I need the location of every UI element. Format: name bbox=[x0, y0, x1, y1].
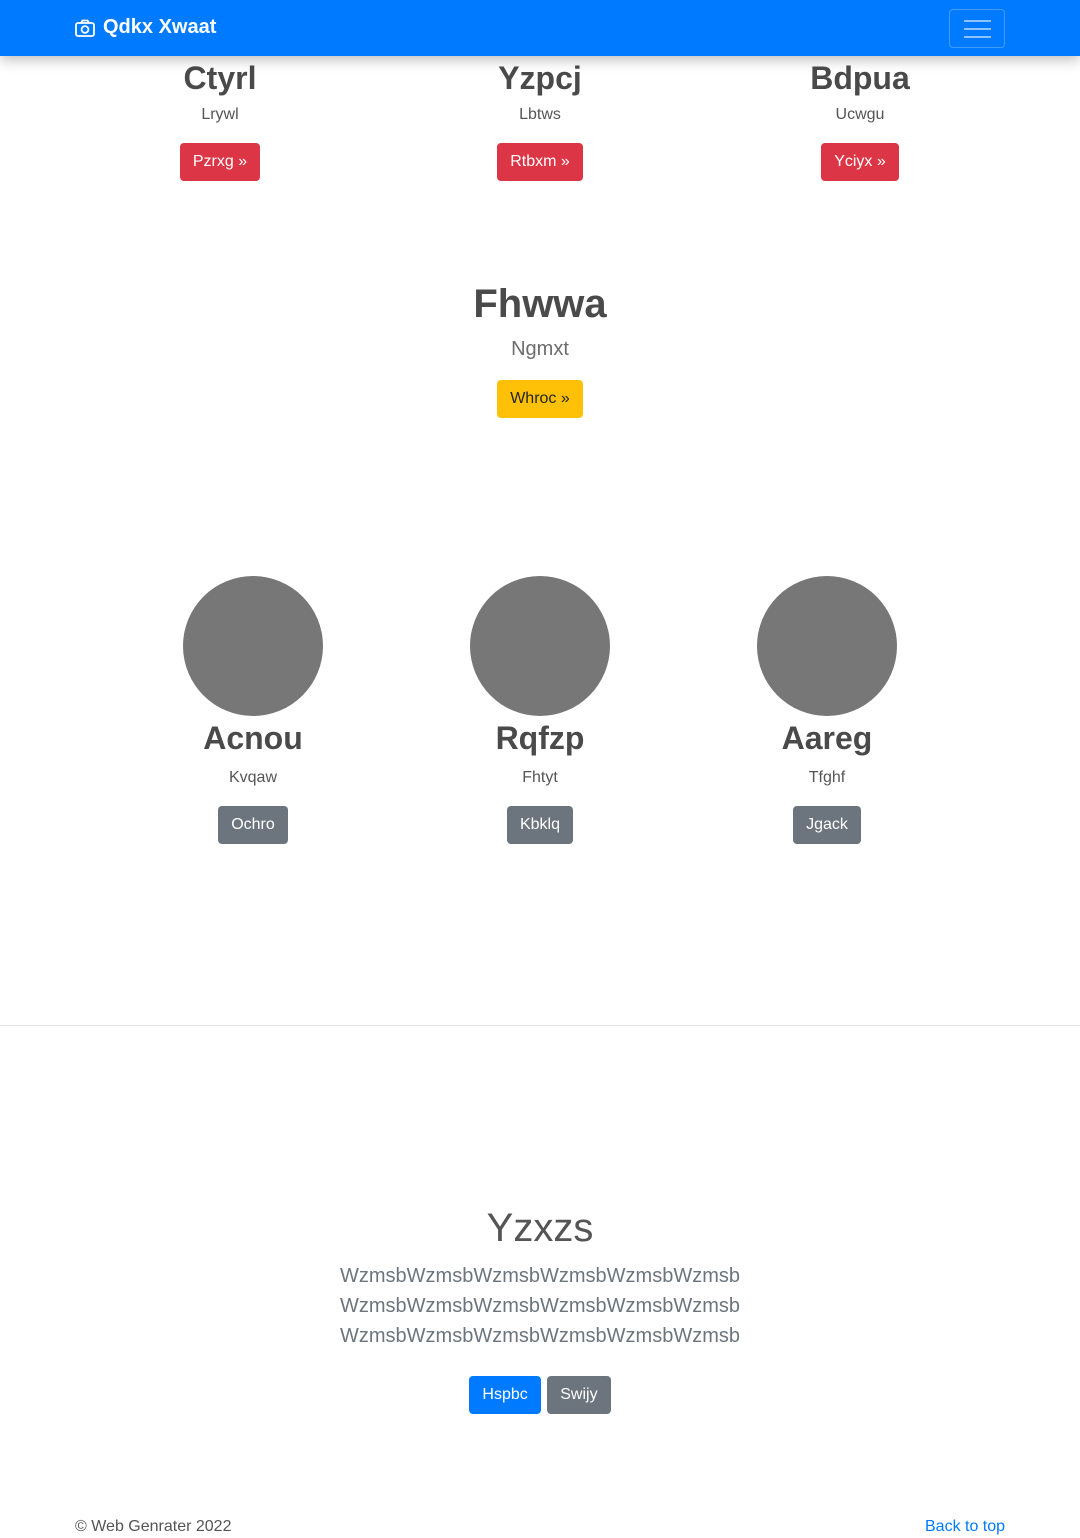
team-member-2: Rqfzp Fhtyt Kbklq bbox=[440, 576, 640, 844]
jumbotron-actions: Hspbc Swijy bbox=[290, 1376, 790, 1414]
feature-column-1: Ctyrl Lrywl Pzrxg » bbox=[120, 58, 320, 181]
navbar: Qdkx Xwaat bbox=[0, 0, 1080, 56]
avatar-placeholder bbox=[470, 576, 610, 716]
avatar-placeholder bbox=[183, 576, 323, 716]
highlight-text: Ngmxt bbox=[511, 338, 569, 360]
feature-button[interactable]: Pzrxg » bbox=[179, 143, 261, 181]
feature-button[interactable]: Rtbxm » bbox=[497, 143, 583, 181]
section-divider bbox=[0, 1025, 1080, 1026]
feature-heading: Bdpua bbox=[810, 60, 910, 96]
jumbotron-lead: WzmsbWzmsbWzmsbWzmsbWzmsbWzmsb WzmsbWzms… bbox=[290, 1261, 790, 1351]
highlight-section: Fhwwa Ngmxt Whroc » bbox=[340, 282, 740, 418]
member-name: Aareg bbox=[781, 720, 873, 756]
jumbotron-heading: Yzxzs bbox=[486, 1206, 594, 1250]
primary-button[interactable]: Hspbc bbox=[469, 1376, 541, 1414]
footer-copyright: © Web Genrater 2022 bbox=[75, 1518, 232, 1535]
member-button[interactable]: Kbklq bbox=[506, 806, 574, 844]
feature-heading: Yzpcj bbox=[498, 60, 582, 96]
feature-text: Ucwgu bbox=[835, 106, 885, 123]
member-button[interactable]: Ochro bbox=[218, 806, 288, 844]
camera-icon bbox=[75, 19, 95, 37]
lead-line: WzmsbWzmsbWzmsbWzmsbWzmsbWzmsb bbox=[340, 1295, 740, 1317]
member-name: Rqfzp bbox=[495, 720, 585, 756]
team-member-3: Aareg Tfghf Jgack bbox=[727, 576, 927, 844]
highlight-button[interactable]: Whroc » bbox=[497, 380, 583, 418]
back-to-top-link[interactable]: Back to top bbox=[925, 1516, 1005, 1538]
member-text: Fhtyt bbox=[522, 769, 558, 786]
team-member-1: Acnou Kvqaw Ochro bbox=[153, 576, 353, 844]
lead-line: WzmsbWzmsbWzmsbWzmsbWzmsbWzmsb bbox=[340, 1265, 740, 1287]
navbar-brand[interactable]: Qdkx Xwaat bbox=[75, 16, 216, 39]
brand-name: Qdkx Xwaat bbox=[103, 16, 217, 38]
hamburger-icon bbox=[964, 20, 991, 38]
feature-heading: Ctyrl bbox=[183, 60, 257, 96]
jumbotron: Yzxzs WzmsbWzmsbWzmsbWzmsbWzmsbWzmsb Wzm… bbox=[290, 1204, 790, 1414]
feature-column-2: Yzpcj Lbtws Rtbxm » bbox=[440, 58, 640, 181]
member-text: Kvqaw bbox=[228, 769, 278, 786]
feature-text: Lbtws bbox=[519, 106, 561, 123]
navbar-toggler-button[interactable] bbox=[949, 9, 1005, 48]
secondary-button[interactable]: Swijy bbox=[547, 1376, 611, 1414]
feature-text: Lrywl bbox=[201, 106, 239, 123]
lead-line: WzmsbWzmsbWzmsbWzmsbWzmsbWzmsb bbox=[340, 1325, 740, 1347]
highlight-heading: Fhwwa bbox=[473, 282, 607, 326]
avatar-placeholder bbox=[757, 576, 897, 716]
feature-button[interactable]: Yciyx » bbox=[821, 143, 899, 181]
feature-column-3: Bdpua Ucwgu Yciyx » bbox=[760, 58, 960, 181]
member-text: Tfghf bbox=[808, 769, 846, 786]
member-button[interactable]: Jgack bbox=[793, 806, 861, 844]
member-name: Acnou bbox=[203, 720, 303, 756]
